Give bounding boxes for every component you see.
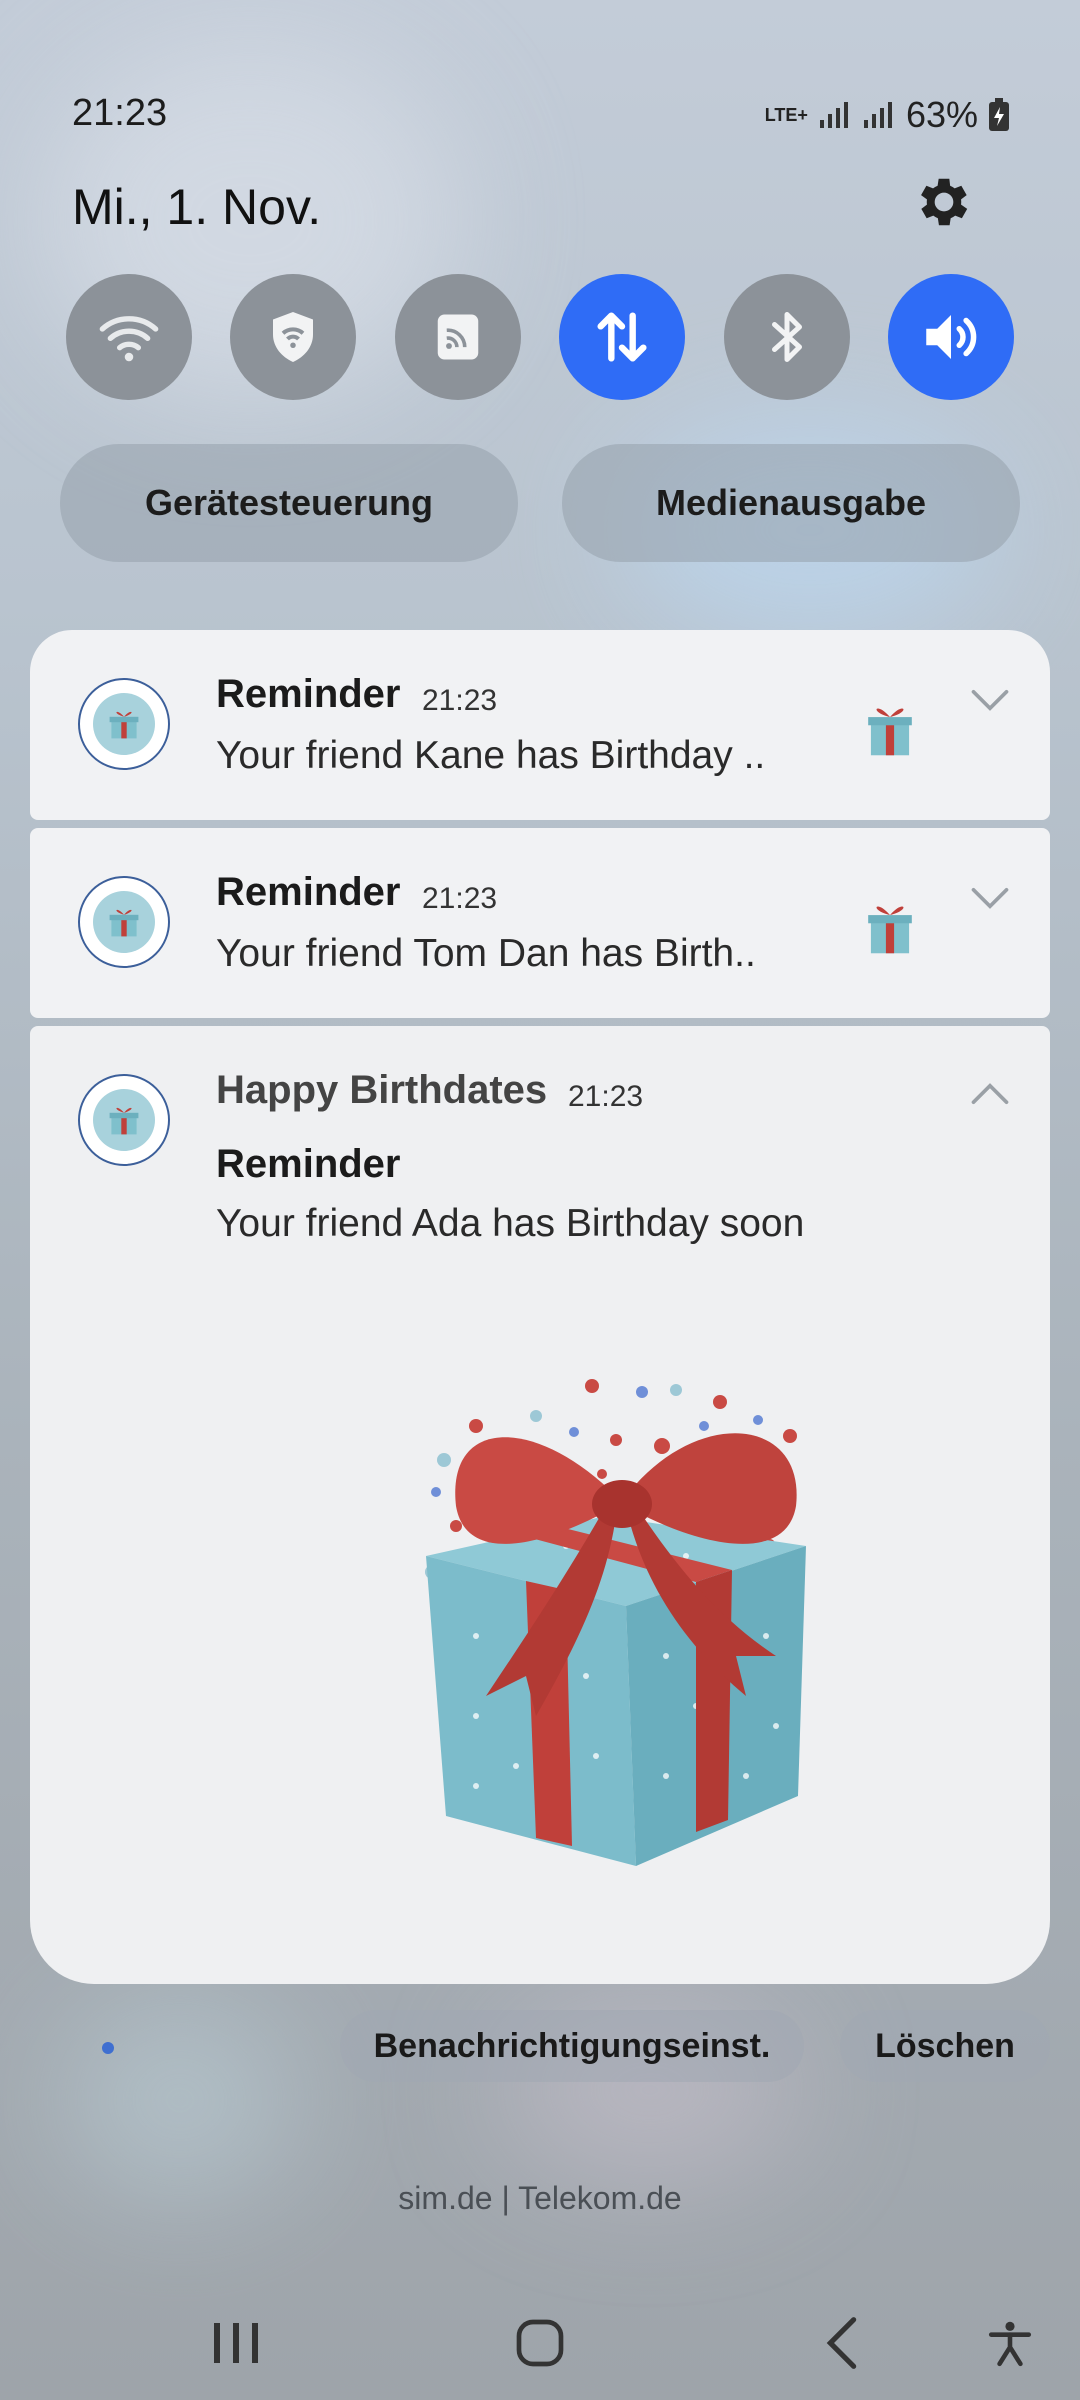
app-icon — [78, 678, 170, 770]
back-button[interactable] — [802, 2308, 882, 2378]
gift-icon — [109, 909, 139, 937]
expanded-notification-card[interactable]: Happy Birthdates 21:23 Reminder Your fri… — [30, 1026, 1050, 1984]
gift-thumbnail-icon — [868, 708, 912, 756]
signal-icon-2 — [863, 102, 892, 128]
mobile-data-icon — [597, 312, 647, 362]
cast-toggle[interactable] — [394, 274, 521, 400]
settings-gear-icon[interactable] — [912, 170, 976, 234]
home-icon — [516, 2319, 564, 2367]
gift-icon — [109, 711, 139, 739]
battery-icon — [989, 98, 1009, 131]
signal-icon — [819, 102, 848, 128]
gift-thumbnail-icon — [868, 906, 912, 954]
carrier-label: sim.de | Telekom.de — [398, 2180, 682, 2216]
accessibility-button[interactable] — [970, 2308, 1050, 2378]
recents-icon — [214, 2323, 258, 2363]
clock: 21:23 — [72, 92, 168, 134]
chevron-down-icon[interactable] — [968, 884, 1012, 914]
gift-box-image — [425, 1379, 806, 1866]
clear-button[interactable]: Löschen — [840, 2010, 1050, 2082]
notification-title: Reminder — [216, 672, 401, 716]
network-type: LTE+ — [764, 105, 808, 125]
chevron-down-icon[interactable] — [968, 686, 1012, 716]
home-button[interactable] — [500, 2308, 580, 2378]
secure-wifi-toggle[interactable] — [230, 274, 357, 400]
battery-percent: 63% — [905, 94, 978, 135]
status-bar: 21:23 LTE+ 63% — [0, 0, 1080, 160]
notification-title: Reminder — [216, 1142, 401, 1186]
notification-settings-button[interactable]: Benachrichtigungseinst. — [340, 2010, 804, 2082]
notification-card[interactable]: Reminder 21:23 Your friend Kane has Birt… — [30, 630, 1050, 820]
chevron-up-icon[interactable] — [968, 1078, 1012, 1108]
gift-icon — [109, 1107, 139, 1135]
navigation-bar — [0, 2280, 1080, 2400]
notification-time: 21:23 — [422, 882, 498, 915]
bluetooth-toggle[interactable] — [723, 274, 850, 400]
system-icons: LTE+ 63% — [765, 94, 1010, 136]
media-output-button[interactable]: Medienausgabe — [562, 444, 1020, 562]
sound-toggle[interactable] — [887, 274, 1014, 400]
notification-card[interactable]: Reminder 21:23 Your friend Tom Dan has B… — [30, 828, 1050, 1018]
app-icon — [78, 876, 170, 968]
wifi-toggle[interactable] — [66, 274, 192, 400]
notification-text: Your friend Ada has Birthday soon — [216, 1202, 805, 1245]
app-name: Happy Birthdates — [216, 1068, 548, 1112]
bluetooth-icon — [771, 312, 802, 362]
recent-apps-button[interactable] — [196, 2308, 276, 2378]
mobile-data-toggle[interactable] — [559, 274, 686, 400]
page-indicator-dot — [102, 2042, 114, 2054]
notification-text: Your friend Tom Dan has Birth.. — [216, 932, 756, 975]
volume-icon — [926, 315, 977, 359]
accessibility-icon — [988, 2321, 1032, 2367]
notification-time: 21:23 — [422, 684, 498, 717]
device-control-button[interactable]: Gerätesteuerung — [60, 444, 518, 562]
quick-settings-row — [66, 274, 1014, 400]
shield-wifi-icon — [273, 312, 314, 362]
notification-time: 21:23 — [568, 1080, 644, 1113]
back-icon — [826, 2317, 857, 2369]
cast-icon — [437, 314, 479, 360]
wifi-icon — [99, 316, 159, 362]
date-label: Mi., 1. Nov. — [72, 179, 322, 235]
notification-title: Reminder — [216, 870, 401, 914]
notification-text: Your friend Kane has Birthday .. — [216, 734, 766, 777]
app-icon — [78, 1074, 170, 1166]
